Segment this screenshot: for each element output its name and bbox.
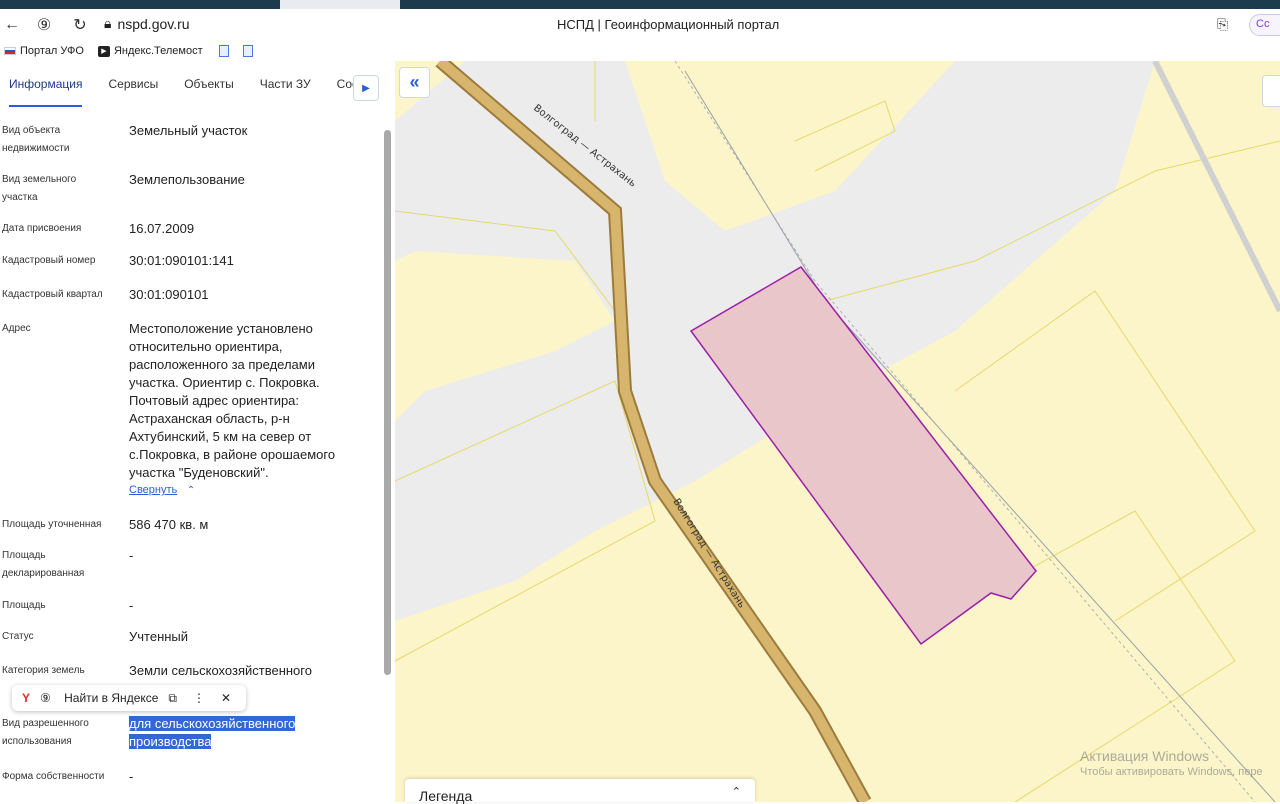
- panel-scrollbar[interactable]: [384, 130, 391, 675]
- url-text: nspd.gov.ru: [117, 15, 190, 32]
- chevron-updown-icon[interactable]: ⌃: [732, 785, 741, 798]
- back-icon[interactable]: ←: [0, 13, 24, 37]
- field-label: Кадастровый квартал: [2, 289, 103, 300]
- field-label: Кадастровый номер: [2, 255, 96, 266]
- field-label: Вид объекта недвижимости: [2, 125, 70, 154]
- search-yandex-button[interactable]: ⑨ Найти в Яндексе: [40, 691, 158, 705]
- map-view[interactable]: Волгоград — Астрахань Волгоград — Астрах…: [395, 61, 1280, 802]
- flag-icon: [4, 47, 16, 55]
- field-label: Статус: [2, 631, 34, 642]
- field-value: Землепользование: [129, 172, 245, 187]
- watermark-line2: Чтобы активировать Windows, пере: [1080, 766, 1263, 778]
- bookmark-telemost[interactable]: ▶ Яндекс.Телемост: [97, 45, 203, 57]
- field-value: -: [129, 548, 134, 563]
- field-value: 30:01:090101: [129, 287, 209, 302]
- field-value: Земельный участок: [129, 123, 248, 138]
- telemost-icon: ▶: [97, 45, 110, 57]
- bookmark-icon[interactable]: ⎘: [1217, 16, 1228, 33]
- field-value: 30:01:090101:141: [129, 253, 234, 268]
- bookmarks-bar: Портал УФО ▶ Яндекс.Телемост: [0, 41, 1280, 61]
- field-value: -: [129, 769, 134, 784]
- tab-information[interactable]: Информация: [9, 61, 83, 107]
- yandex-logo-icon: Y: [22, 691, 31, 705]
- field-label: Площадь уточненная: [2, 519, 102, 530]
- copy-icon[interactable]: ⧉: [168, 691, 177, 706]
- field-label: Вид земельного участка: [2, 174, 77, 203]
- address-bar[interactable]: 🔒︎ nspd.gov.ru: [104, 15, 190, 32]
- close-icon[interactable]: ✕: [221, 691, 231, 705]
- tab-objects[interactable]: Объекты: [184, 61, 234, 107]
- document-icon[interactable]: [242, 45, 253, 57]
- field-label: Форма собственности: [2, 771, 105, 782]
- reload-icon[interactable]: ↻: [68, 13, 92, 37]
- field-value: -: [129, 598, 134, 613]
- windows-activation-watermark: Активация Windows Чтобы активировать Win…: [1080, 748, 1263, 778]
- collapse-panel-button[interactable]: «: [399, 67, 430, 98]
- tab-services[interactable]: Сервисы: [108, 61, 158, 107]
- yandex-icon[interactable]: ⑨: [32, 13, 56, 37]
- browser-toolbar: ← ⑨ ↻ 🔒︎ nspd.gov.ru НСПД | Геоинформаци…: [0, 9, 1280, 41]
- bookmark-label: Яндекс.Телемост: [113, 45, 203, 57]
- field-value: Учтенный: [129, 629, 189, 644]
- field-label: Дата присвоения: [2, 223, 82, 234]
- field-value: Земли сельскохозяйственного: [129, 663, 312, 678]
- bookmark-portal-ufo[interactable]: Портал УФО: [4, 45, 84, 57]
- field-label: Площадь декларированная: [2, 550, 85, 579]
- legend-panel[interactable]: Легенда ⌃: [405, 779, 755, 804]
- field-value: для сельскохозяйственного производства: [129, 715, 359, 751]
- bookmark-label: Портал УФО: [20, 45, 84, 57]
- field-label: Категория земель: [2, 665, 85, 676]
- watermark-line1: Активация Windows: [1080, 748, 1210, 764]
- map-control-button[interactable]: [1262, 75, 1280, 107]
- search-yandex-label: Найти в Яндексе: [64, 691, 159, 705]
- tabs-next-button[interactable]: ▶: [353, 75, 379, 101]
- field-label: Вид разрешенного использования: [2, 718, 89, 747]
- more-icon[interactable]: ⋮: [193, 691, 205, 705]
- field-label: Площадь: [2, 600, 46, 611]
- document-icon[interactable]: [218, 45, 229, 57]
- selected-text: для сельскохозяйственного производства: [129, 716, 296, 749]
- browser-tabstrip: [0, 0, 1280, 9]
- page-title: НСПД | Геоинформационный портал: [557, 17, 780, 32]
- browser-tab-area: [400, 0, 1280, 9]
- browser-tab-area: [0, 0, 280, 9]
- collapse-row: Свернуть ⌃: [129, 480, 359, 500]
- field-label: Адрес: [2, 323, 31, 334]
- panel-tabs: Информация Сервисы Объекты Части ЗУ Сост…: [0, 61, 395, 107]
- map-canvas[interactable]: Волгоград — Астрахань Волгоград — Астрах…: [395, 61, 1280, 802]
- yandex-selection-popup: Y ⑨ Найти в Яндексе ⧉ ⋮ ✕: [12, 685, 246, 711]
- collapse-link[interactable]: Свернуть: [129, 484, 177, 496]
- lock-icon: 🔒︎: [104, 15, 112, 31]
- address-value: Местоположение установлено относительно …: [129, 321, 336, 480]
- chevron-up-icon[interactable]: ⌃: [187, 485, 195, 496]
- extension-chip[interactable]: Сс: [1249, 14, 1280, 36]
- field-value: 16.07.2009: [129, 221, 195, 236]
- tab-parts[interactable]: Части ЗУ: [260, 61, 311, 107]
- field-value: 586 470 кв. м: [129, 517, 209, 532]
